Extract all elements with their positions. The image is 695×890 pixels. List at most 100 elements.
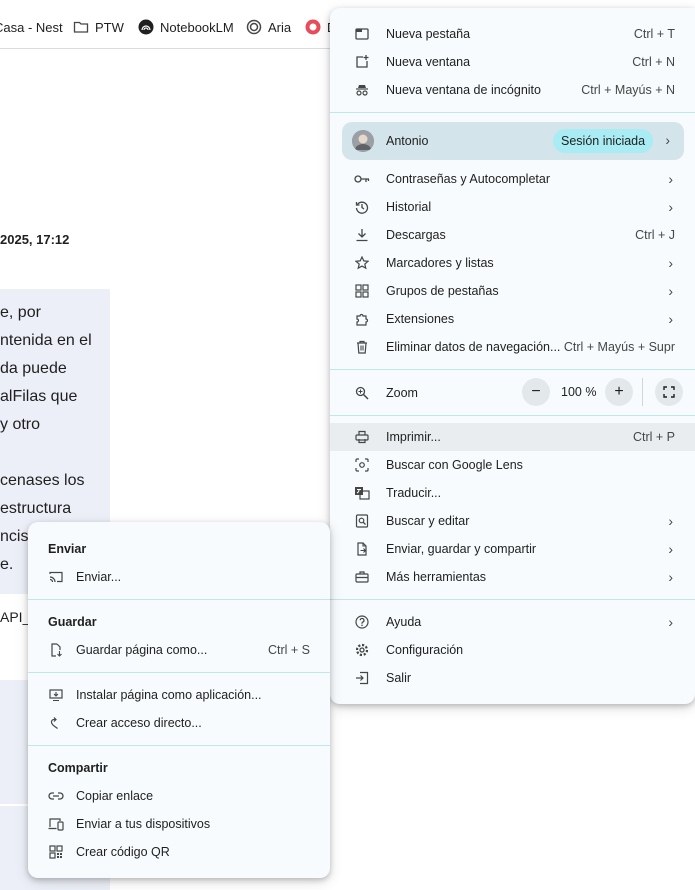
downloads-shortcut: Ctrl + J xyxy=(635,228,675,242)
help-icon xyxy=(354,614,370,630)
install-app-item[interactable]: Instalar página como aplicación... xyxy=(28,681,330,709)
tab-groups-label: Grupos de pestañas xyxy=(386,284,499,298)
bookmarks-label: Marcadores y listas xyxy=(386,256,494,270)
more-tools-item[interactable]: Más herramientas › xyxy=(330,563,695,591)
create-shortcut-item[interactable]: Crear acceso directo... xyxy=(28,709,330,737)
message-line: alFilas que xyxy=(0,388,78,405)
separator xyxy=(330,599,695,600)
zoom-item: Zoom xyxy=(330,378,695,408)
message-line: estructura xyxy=(0,500,72,517)
fullscreen-button[interactable] xyxy=(655,378,683,406)
translate-icon xyxy=(354,485,370,501)
passwords-label: Contraseñas y Autocompletar xyxy=(386,172,550,186)
separator xyxy=(330,415,695,416)
qr-code-label: Crear código QR xyxy=(76,845,170,859)
message-line: e. xyxy=(0,556,14,573)
save-page-item[interactable]: Guardar página como... Ctrl + S xyxy=(28,636,330,664)
incognito-item[interactable]: Nueva ventana de incógnito Ctrl + Mayús … xyxy=(330,76,695,104)
save-page-shortcut: Ctrl + S xyxy=(267,643,310,657)
incognito-icon xyxy=(354,82,370,98)
toolbox-icon xyxy=(354,569,370,585)
puzzle-icon xyxy=(354,311,370,327)
tab-groups-item[interactable]: Grupos de pestañas › xyxy=(330,277,695,305)
chevron-right-icon: › xyxy=(668,199,673,215)
message-line: y otro xyxy=(0,416,41,433)
chevron-right-icon: › xyxy=(668,513,673,529)
folder-icon xyxy=(73,19,89,35)
section-title-save: Guardar xyxy=(48,615,97,629)
bookmark-favicon xyxy=(305,19,321,35)
new-tab-shortcut: Ctrl + T xyxy=(633,27,675,41)
exit-item[interactable]: Salir xyxy=(330,664,695,692)
new-tab-item[interactable]: Nueva pestaña Ctrl + T xyxy=(330,20,695,48)
find-edit-item[interactable]: Buscar y editar › xyxy=(330,507,695,535)
more-tools-label: Más herramientas xyxy=(386,570,487,584)
translate-item[interactable]: Traducir... xyxy=(330,479,695,507)
qr-code-item[interactable]: Crear código QR xyxy=(28,838,330,866)
bookmark-label: PTW xyxy=(95,19,124,35)
chevron-right-icon: › xyxy=(668,569,673,585)
save-page-label: Guardar página como... xyxy=(76,643,208,657)
clear-data-label: Eliminar datos de navegación... xyxy=(386,340,561,354)
star-icon xyxy=(354,255,370,271)
send-devices-item[interactable]: Enviar a tus dispositivos xyxy=(28,810,330,838)
create-shortcut-label: Crear acceso directo... xyxy=(76,716,202,730)
zoom-out-button[interactable]: − xyxy=(522,378,550,406)
history-item[interactable]: Historial › xyxy=(330,193,695,221)
bookmark-ptw[interactable]: PTW xyxy=(73,17,124,37)
download-icon xyxy=(354,227,370,243)
share-page-icon xyxy=(354,541,370,557)
zoom-label: Zoom xyxy=(386,386,418,400)
bookmark-notebooklm[interactable]: NotebookLM xyxy=(138,17,234,37)
settings-item[interactable]: Configuración xyxy=(330,636,695,664)
profile-item[interactable]: Antonio Sesión iniciada › xyxy=(342,122,684,160)
bookmark-label: Aria xyxy=(268,19,292,35)
cast-icon xyxy=(48,569,64,585)
cast-save-share-label: Enviar, guardar y compartir xyxy=(386,542,537,556)
incognito-shortcut: Ctrl + Mayús + N xyxy=(581,83,675,97)
downloads-label: Descargas xyxy=(386,228,446,242)
extensions-item[interactable]: Extensiones › xyxy=(330,305,695,333)
print-item[interactable]: Imprimir... Ctrl + P xyxy=(330,423,695,451)
zoom-in-button[interactable]: + xyxy=(605,378,633,406)
separator xyxy=(28,672,330,673)
copy-link-item[interactable]: Copiar enlace xyxy=(28,782,330,810)
grid-icon xyxy=(354,283,370,299)
shortcut-icon xyxy=(48,715,64,731)
cast-save-share-item[interactable]: Enviar, guardar y compartir › xyxy=(330,535,695,563)
cast-item[interactable]: Enviar... xyxy=(28,563,330,591)
section-title-share: Compartir xyxy=(48,761,108,775)
notebooklm-icon xyxy=(138,19,154,35)
bookmarks-item[interactable]: Marcadores y listas › xyxy=(330,249,695,277)
message-line: da puede xyxy=(0,360,67,377)
message-line: ncis xyxy=(0,528,29,545)
chevron-right-icon: › xyxy=(668,311,673,327)
new-window-item[interactable]: Nueva ventana Ctrl + N xyxy=(330,48,695,76)
message-line: cenases los xyxy=(0,472,85,489)
downloads-item[interactable]: Descargas Ctrl + J xyxy=(330,221,695,249)
copy-link-label: Copiar enlace xyxy=(76,789,154,803)
passwords-item[interactable]: Contraseñas y Autocompletar › xyxy=(330,165,695,193)
install-app-label: Instalar página como aplicación... xyxy=(76,688,262,702)
fullscreen-icon xyxy=(663,386,675,398)
print-label: Imprimir... xyxy=(386,430,441,444)
lens-icon xyxy=(354,457,370,473)
send-devices-label: Enviar a tus dispositivos xyxy=(76,817,211,831)
clear-data-item[interactable]: Eliminar datos de navegación... Ctrl + M… xyxy=(330,333,695,361)
help-item[interactable]: Ayuda › xyxy=(330,608,695,636)
message-timestamp: 2025, 17:12 xyxy=(0,232,70,247)
bookmark-casa-nest[interactable]: Casa - Nest xyxy=(0,17,63,37)
separator xyxy=(28,745,330,746)
chevron-right-icon: › xyxy=(665,132,670,148)
exit-label: Salir xyxy=(386,671,412,685)
clear-data-shortcut: Ctrl + Mayús + Supr xyxy=(563,340,675,354)
link-icon xyxy=(48,788,64,804)
bookmark-aria[interactable]: Aria xyxy=(246,17,291,37)
exit-icon xyxy=(354,670,370,686)
trash-icon xyxy=(354,339,370,355)
chevron-right-icon: › xyxy=(668,171,673,187)
history-icon xyxy=(354,199,370,215)
lens-item[interactable]: Buscar con Google Lens xyxy=(330,451,695,479)
chevron-right-icon: › xyxy=(668,255,673,271)
separator xyxy=(28,599,330,600)
